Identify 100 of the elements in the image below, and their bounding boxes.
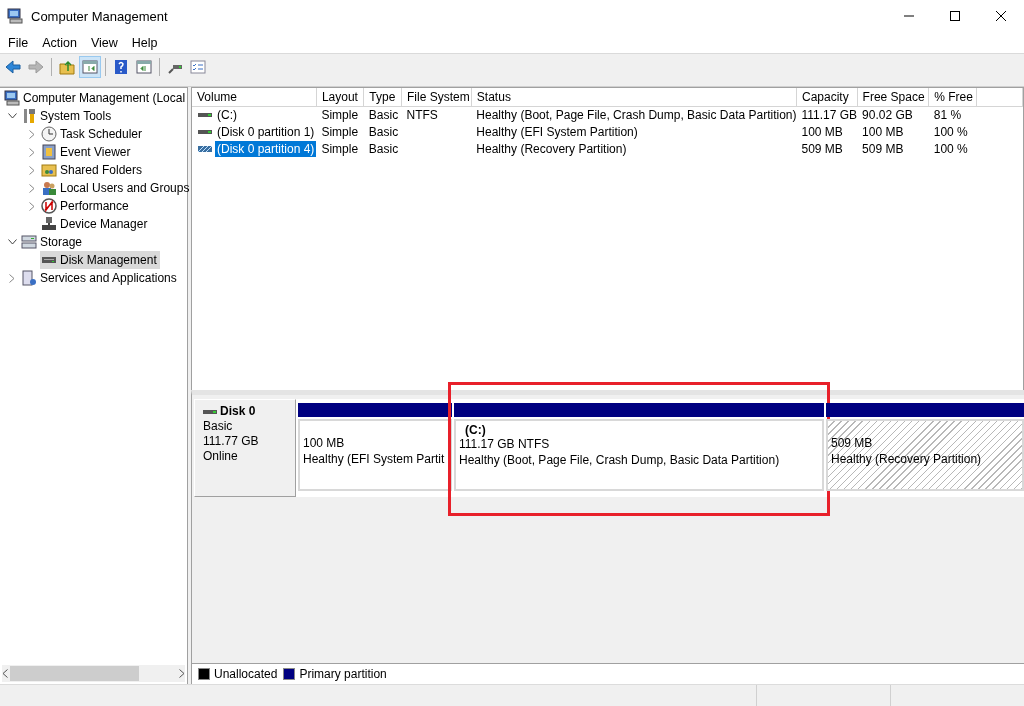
disk-drive-icon: [203, 408, 217, 415]
close-icon[interactable]: [996, 11, 1006, 21]
disk-status: Online: [203, 449, 239, 464]
tree-item-label: Local Users and Groups: [60, 181, 190, 195]
table-cell: Healthy (Recovery Partition): [476, 142, 627, 156]
services-icon: [21, 270, 37, 286]
column-header[interactable]: Volume: [192, 88, 317, 106]
tools-icon: [21, 108, 37, 124]
table-cell: Healthy (EFI System Partition): [476, 125, 638, 139]
users-icon: [41, 180, 57, 196]
table-cell: Simple: [321, 142, 359, 156]
partition-label: (C:): [465, 424, 487, 436]
disk-info-panel[interactable]: Disk 0 Basic 111.77 GB Online: [194, 399, 296, 497]
tree-item[interactable]: Task Scheduler: [40, 125, 146, 143]
volume-icon: [198, 128, 212, 136]
collapsed-chevron-icon[interactable]: [29, 183, 35, 193]
tree-item[interactable]: Event Viewer: [40, 143, 134, 161]
tree-item-label: Disk Management: [60, 253, 157, 267]
table-cell: 509 MB: [801, 142, 843, 156]
expanded-chevron-icon[interactable]: [7, 239, 17, 245]
partition-status: Healthy (EFI System Partit: [303, 452, 445, 466]
partition-status: Healthy (Recovery Partition): [831, 452, 982, 466]
tree-item[interactable]: Local Users and Groups: [40, 179, 193, 197]
collapsed-chevron-icon[interactable]: [29, 147, 35, 157]
maximize-icon[interactable]: [950, 11, 960, 21]
partition-block[interactable]: 509 MB Healthy (Recovery Partition): [826, 419, 1024, 491]
expanded-chevron-icon[interactable]: [7, 113, 17, 119]
tree-item[interactable]: System Tools: [20, 107, 115, 125]
collapsed-chevron-icon[interactable]: [29, 165, 35, 175]
computer-icon: [4, 90, 20, 106]
tree-item[interactable]: Shared Folders: [40, 161, 146, 179]
tree-item[interactable]: Disk Management: [40, 251, 160, 269]
device-icon: [41, 216, 57, 232]
tree-item-label: Device Manager: [60, 217, 148, 231]
table-cell[interactable]: (C:): [215, 107, 239, 123]
column-header[interactable]: File System: [401, 88, 472, 106]
collapsed-chevron-icon[interactable]: [29, 129, 35, 139]
menu-item[interactable]: File: [1, 33, 36, 52]
tree-item-label: Storage: [40, 235, 83, 249]
table-cell: Simple: [321, 108, 359, 122]
action-pane-icon: [136, 59, 152, 75]
table-cell: NTFS: [406, 108, 438, 122]
table-cell: 81 %: [933, 108, 962, 122]
collapsed-chevron-icon[interactable]: [29, 201, 35, 211]
table-cell: 111.17 GB: [801, 108, 858, 122]
tree-item[interactable]: Performance: [40, 197, 132, 215]
toolbar-button[interactable]: [79, 56, 101, 78]
table-cell: 100 MB: [862, 125, 904, 139]
legend-label: Unallocated: [214, 667, 278, 681]
folder-up-icon: [59, 59, 75, 75]
tree-item-label: Event Viewer: [60, 145, 131, 159]
shared-folder-icon: [41, 162, 57, 178]
tree-item-label: Task Scheduler: [60, 127, 143, 141]
tree-item[interactable]: Computer Management (Local: [3, 89, 189, 107]
menu-item[interactable]: Action: [35, 33, 84, 52]
table-cell: 90.02 GB: [862, 108, 913, 122]
forward-arrow-icon: [28, 59, 44, 75]
menu-item[interactable]: View: [83, 33, 125, 52]
tree-item[interactable]: Storage: [20, 233, 86, 251]
scroll-left-icon[interactable]: [2, 669, 8, 678]
partition-size: 509 MB: [831, 436, 873, 450]
partition-size: 100 MB: [303, 436, 345, 450]
column-header[interactable]: % Free: [928, 88, 977, 106]
table-cell[interactable]: (Disk 0 partition 1): [215, 124, 317, 140]
column-header[interactable]: Status: [471, 88, 797, 106]
column-header[interactable]: Capacity: [796, 88, 858, 106]
event-log-icon: [41, 144, 57, 160]
tree-item[interactable]: Device Manager: [40, 215, 151, 233]
table-cell: Healthy (Boot, Page File, Crash Dump, Basic Data Partition): [476, 108, 797, 122]
tree-item-label: Shared Folders: [60, 163, 143, 177]
console-tree-icon: [82, 59, 98, 75]
volume-icon: [198, 111, 212, 119]
table-cell: Basic: [368, 142, 399, 156]
horizontal-scrollbar[interactable]: [2, 665, 185, 682]
scroll-right-icon[interactable]: [179, 669, 185, 678]
scrollbar-thumb[interactable]: [10, 666, 139, 681]
help-icon: [113, 59, 129, 75]
striped-volume-icon: [198, 145, 212, 153]
table-cell: Basic: [368, 108, 399, 122]
tree-item-label: System Tools: [40, 109, 112, 123]
column-header[interactable]: Free Space: [857, 88, 929, 106]
window-title: Computer Management: [31, 8, 168, 24]
table-cell: 509 MB: [862, 142, 904, 156]
table-cell: Basic: [368, 125, 399, 139]
legend-label: Primary partition: [299, 667, 387, 681]
partition-block[interactable]: 100 MB Healthy (EFI System Partit: [298, 419, 452, 491]
menu-item[interactable]: Help: [124, 33, 165, 52]
back-arrow-icon: [5, 59, 21, 75]
table-cell[interactable]: (Disk 0 partition 4): [215, 141, 317, 157]
partition-size: 111.17 GB NTFS: [459, 437, 550, 451]
collapsed-chevron-icon[interactable]: [9, 273, 15, 283]
tree-item[interactable]: Services and Applications: [20, 269, 180, 287]
clock-icon: [41, 126, 57, 142]
column-header[interactable]: Layout: [316, 88, 364, 106]
performance-icon: [41, 198, 57, 214]
partition-block[interactable]: (C:) 111.17 GB NTFS Healthy (Boot, Page File, Crash Dump, Basic Data Partition): [454, 419, 824, 491]
disk-size: 111.77 GB: [203, 434, 260, 449]
column-header[interactable]: Type: [363, 88, 402, 106]
checklist-icon: [190, 59, 206, 75]
tree-item-label: Computer Management (Local: [23, 91, 186, 105]
